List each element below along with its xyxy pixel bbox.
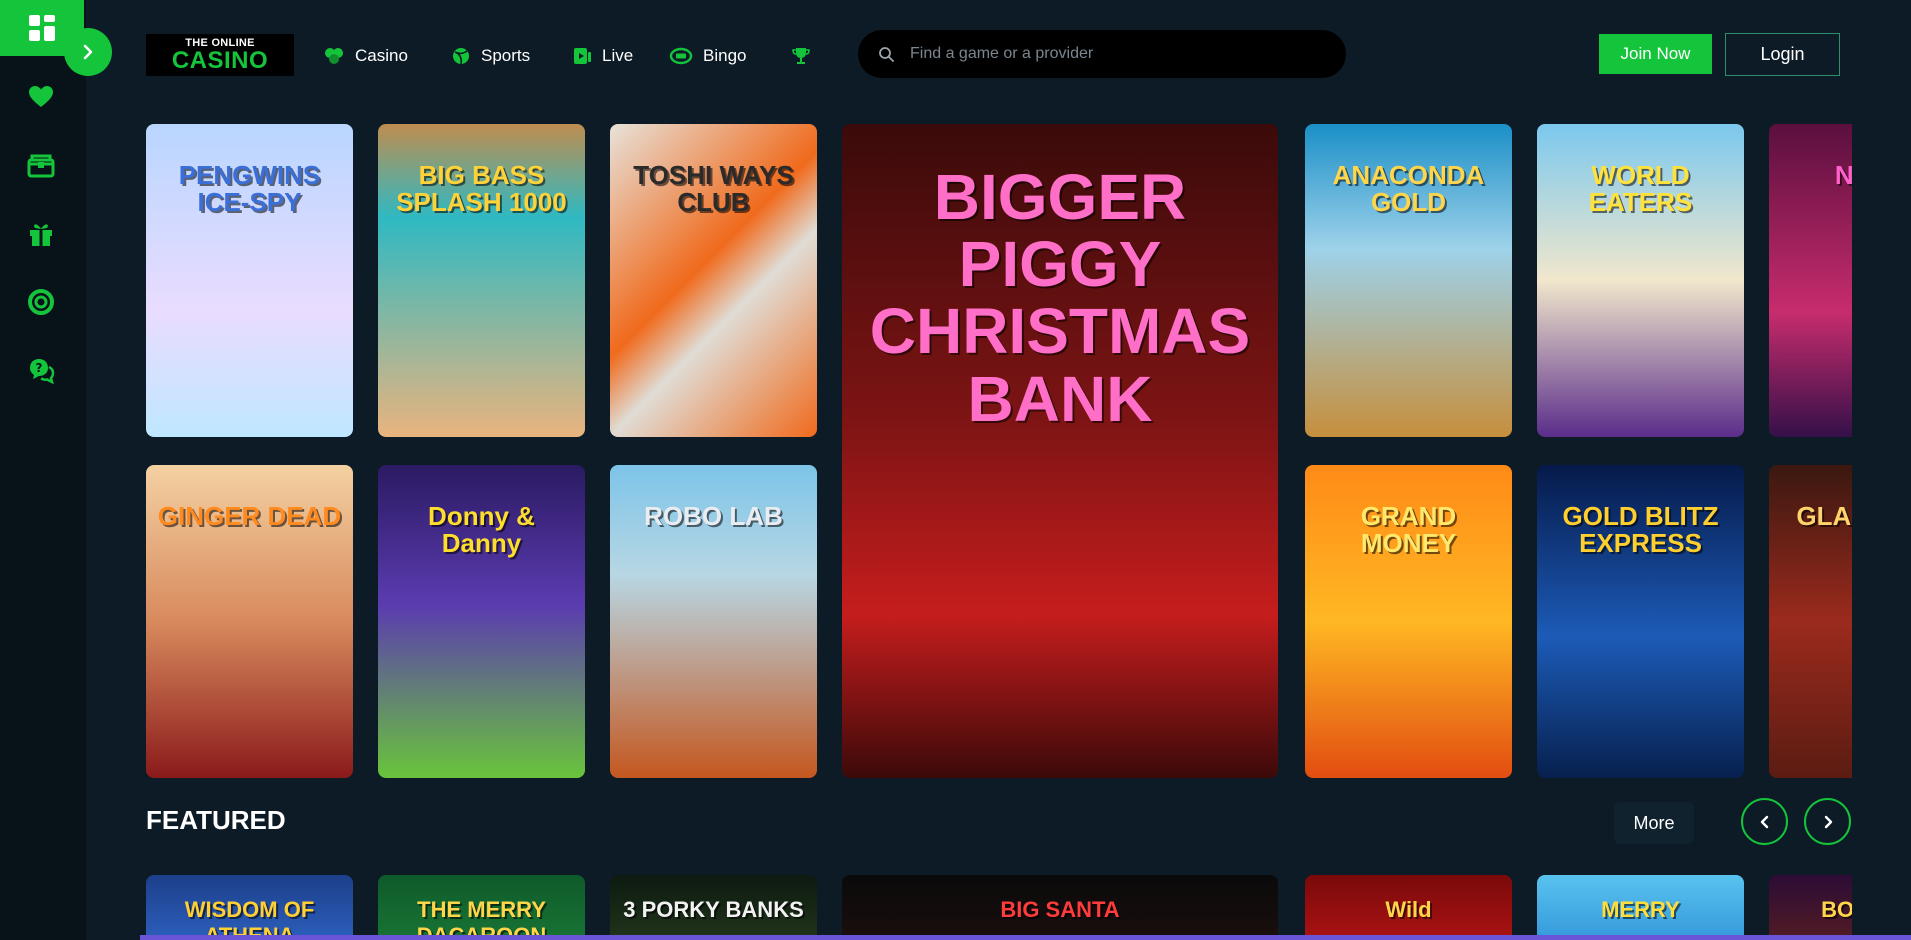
featured-game-tile[interactable]: BIG SANTA bbox=[842, 875, 1278, 940]
game-title: GOLD BLITZ EXPRESS bbox=[1562, 501, 1719, 559]
game-search[interactable] bbox=[858, 30, 1346, 78]
game-tile[interactable]: GINGER DEAD bbox=[146, 465, 353, 778]
grid-icon bbox=[29, 15, 55, 41]
nav-casino-label: Casino bbox=[355, 46, 408, 65]
game-title: PENGWINS ICE-SPY bbox=[178, 160, 321, 218]
game-tile[interactable]: ANACONDA GOLD bbox=[1305, 124, 1512, 437]
trophy-icon bbox=[792, 48, 810, 64]
game-title: GINGER DEAD bbox=[157, 501, 342, 531]
game-title: WORLD EATERS bbox=[1588, 160, 1693, 218]
login-button[interactable]: Login bbox=[1725, 33, 1840, 76]
game-title: NEON bbox=[1834, 160, 1852, 190]
game-tile[interactable]: GOLD BLITZ EXPRESS bbox=[1537, 465, 1744, 778]
bottom-scroll-indicator bbox=[140, 935, 1911, 940]
game-tile[interactable]: GLADIATOR bbox=[1769, 465, 1852, 778]
logo-line-2: CASINO bbox=[171, 46, 269, 74]
target-ring-icon bbox=[28, 289, 54, 315]
nav-bingo-label: Bingo bbox=[703, 46, 747, 65]
featured-game-tile[interactable]: Wild bbox=[1305, 875, 1512, 940]
chevron-right-icon bbox=[83, 44, 93, 60]
game-title: THE MERRY DACAROON bbox=[416, 897, 547, 940]
svg-text:?: ? bbox=[36, 361, 43, 375]
game-title: WISDOM OF ATHENA bbox=[184, 897, 315, 940]
game-title: BIG BASS SPLASH 1000 bbox=[396, 160, 567, 218]
gift-icon bbox=[30, 224, 52, 246]
game-tile[interactable]: ROBO LAB bbox=[610, 465, 817, 778]
responsible-gaming-button[interactable] bbox=[24, 285, 58, 319]
chat-help-icon: ? bbox=[30, 359, 55, 384]
featured-game-tile[interactable]: 3 PORKY BANKS bbox=[610, 875, 817, 940]
game-title: BOOK OF bbox=[1821, 897, 1852, 922]
game-tile[interactable]: TOSHI WAYS CLUB bbox=[610, 124, 817, 437]
featured-next-button[interactable] bbox=[1804, 798, 1851, 845]
left-rail: ? bbox=[0, 0, 112, 940]
game-title: ANACONDA GOLD bbox=[1332, 160, 1485, 218]
game-title: Donny & Danny bbox=[428, 501, 535, 559]
featured-row: WISDOM OF ATHENA THE MERRY DACAROON 3 PO… bbox=[146, 875, 1852, 940]
join-now-button[interactable]: Join Now bbox=[1599, 34, 1712, 74]
game-tile[interactable]: BIG BASS SPLASH 1000 bbox=[378, 124, 585, 437]
featured-more-button[interactable]: More bbox=[1614, 802, 1694, 844]
game-title: Wild bbox=[1385, 897, 1432, 922]
game-tile[interactable]: NEON bbox=[1769, 124, 1852, 437]
game-tile[interactable]: PENGWINS ICE-SPY bbox=[146, 124, 353, 437]
nav-tournaments[interactable] bbox=[791, 40, 811, 72]
ball-icon bbox=[453, 48, 469, 65]
heart-icon bbox=[29, 86, 53, 107]
search-icon bbox=[879, 47, 894, 62]
game-title: BIG SANTA bbox=[1000, 897, 1120, 922]
featured-game-tile[interactable]: WISDOM OF ATHENA bbox=[146, 875, 353, 940]
nav-live[interactable]: Live bbox=[572, 40, 633, 72]
featured-heading: FEATURED bbox=[146, 805, 286, 835]
treasure-chest-icon bbox=[27, 154, 55, 178]
expand-sidebar-button[interactable] bbox=[64, 28, 112, 76]
game-title: ROBO LAB bbox=[644, 501, 783, 531]
game-grid: PENGWINS ICE-SPY BIG BASS SPLASH 1000 TO… bbox=[146, 124, 1852, 779]
search-input[interactable] bbox=[910, 45, 1310, 63]
chevron-right-icon bbox=[1824, 815, 1832, 828]
bingo-icon bbox=[669, 47, 693, 65]
game-title: MERRY bbox=[1601, 897, 1680, 922]
support-button[interactable]: ? bbox=[24, 353, 58, 387]
game-tile[interactable]: Donny & Danny bbox=[378, 465, 585, 778]
game-title: 3 PORKY BANKS bbox=[623, 897, 804, 922]
nav-sports-label: Sports bbox=[481, 46, 531, 65]
game-title: TOSHI WAYS CLUB bbox=[633, 160, 794, 218]
game-tile[interactable]: GRAND MONEY bbox=[1305, 465, 1512, 778]
chevron-left-icon bbox=[1760, 815, 1768, 828]
featured-prev-button[interactable] bbox=[1741, 798, 1788, 845]
clover-icon bbox=[325, 48, 343, 64]
featured-game-tile[interactable]: THE MERRY DACAROON bbox=[378, 875, 585, 940]
game-tile-featured-large[interactable]: BIGGER PIGGY CHRISTMAS BANK bbox=[842, 124, 1278, 778]
featured-game-tile[interactable]: BOOK OF bbox=[1769, 875, 1852, 940]
game-title: BIGGER PIGGY CHRISTMAS BANK bbox=[869, 161, 1251, 435]
nav-live-label: Live bbox=[602, 46, 634, 65]
nav-casino[interactable]: Casino bbox=[323, 40, 408, 72]
game-tile[interactable]: WORLD EATERS bbox=[1537, 124, 1744, 437]
featured-game-tile[interactable]: MERRY bbox=[1537, 875, 1744, 940]
game-title: GLADIATOR bbox=[1796, 501, 1852, 531]
live-card-icon bbox=[574, 48, 591, 64]
game-title: GRAND MONEY bbox=[1360, 501, 1457, 559]
site-logo[interactable]: THE ONLINE CASINO bbox=[146, 34, 294, 76]
promotions-button[interactable] bbox=[24, 217, 58, 251]
rewards-button[interactable] bbox=[24, 148, 58, 182]
favorites-button[interactable] bbox=[24, 80, 58, 114]
nav-sports[interactable]: Sports bbox=[451, 40, 530, 72]
nav-bingo[interactable]: Bingo bbox=[669, 40, 746, 72]
top-header: THE ONLINE CASINO Casino Sports Live Bin… bbox=[86, 0, 1911, 110]
